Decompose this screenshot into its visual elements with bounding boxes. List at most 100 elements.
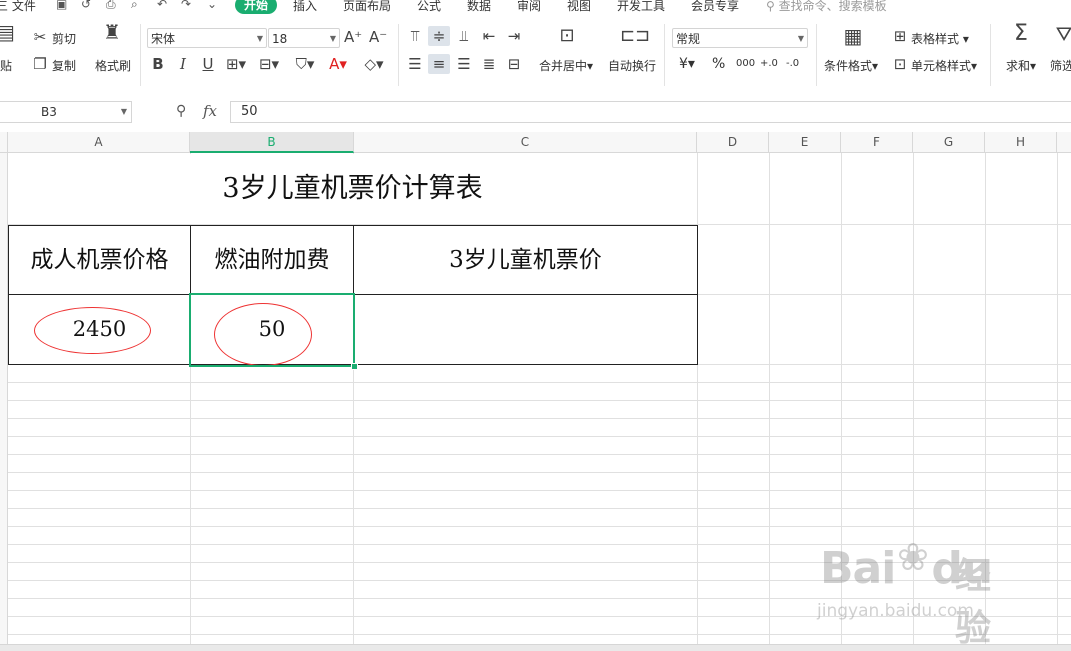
formula-bar: B3 ▼ ⚲ fx 50 (0, 94, 1071, 130)
conditional-format-icon[interactable]: ▦ (841, 26, 865, 46)
file-menu[interactable]: 三 文件 (0, 0, 36, 14)
increase-decimal-button[interactable]: +.0 (760, 58, 778, 69)
tab-review[interactable]: 审阅 (517, 0, 541, 14)
formula-input[interactable]: 50 (230, 101, 1071, 123)
italic-icon[interactable]: I (175, 56, 191, 72)
gridline (8, 418, 1071, 419)
header-cell-child-fare[interactable]: 3岁儿童机票价 (353, 225, 698, 295)
tab-member[interactable]: 会员专享 (691, 0, 739, 14)
align-center-icon[interactable]: ≡ (428, 54, 450, 74)
redo-icon[interactable]: ↷ (181, 0, 191, 11)
align-top-icon[interactable]: ⫪ (406, 28, 424, 44)
align-middle-icon[interactable]: ≑ (428, 26, 450, 46)
tab-data[interactable]: 数据 (467, 0, 491, 14)
fill-handle[interactable] (351, 363, 358, 370)
filter-button[interactable]: 筛选 (1050, 57, 1071, 74)
sum-icon[interactable]: Σ (1009, 23, 1033, 45)
clear-eraser-icon[interactable]: ◇▾ (362, 56, 386, 72)
table-style-button[interactable]: 表格样式 ▾ (911, 30, 969, 47)
justify-icon[interactable]: ≣ (480, 56, 498, 72)
wrap-text-button[interactable]: 自动换行 (608, 57, 656, 74)
print-preview-icon[interactable]: ⌕ (131, 0, 138, 12)
active-cell-selection (189, 293, 355, 367)
tab-view[interactable]: 视图 (567, 0, 591, 14)
gridline (8, 436, 1071, 437)
decrease-font-icon[interactable]: A⁻ (369, 29, 387, 45)
save-icon[interactable]: ▣ (56, 0, 67, 11)
quick-access-dropdown-icon[interactable]: ⌄ (207, 0, 217, 11)
paste-icon[interactable]: ▤ (0, 22, 15, 42)
font-color-icon[interactable]: A▾ (327, 56, 349, 72)
decrease-decimal-button[interactable]: -.0 (786, 58, 799, 69)
distributed-align-icon[interactable]: ⊟ (505, 56, 523, 72)
column-header-e[interactable]: E (769, 132, 841, 153)
chevron-down-icon: ▼ (329, 34, 336, 43)
command-search[interactable]: ⚲ 查找命令、搜索模板 (766, 0, 887, 14)
conditional-format-button[interactable]: 条件格式▾ (824, 57, 878, 74)
column-header-a[interactable]: A (8, 132, 190, 153)
watermark-url: jingyan.baidu.com (817, 601, 974, 621)
percent-format-button[interactable]: % (712, 56, 725, 72)
wrap-text-icon[interactable]: ⊏⊐ (620, 27, 650, 45)
watermark-cn: 经验 (955, 556, 992, 649)
underline-icon[interactable]: U (200, 56, 216, 72)
decrease-indent-icon[interactable]: ⇤ (480, 28, 498, 44)
number-format-select[interactable]: 常规 ▼ (672, 28, 808, 48)
name-box[interactable]: B3 ▼ (0, 101, 132, 123)
tab-home[interactable]: 开始 (235, 0, 277, 14)
sheet-title[interactable]: 3岁儿童机票价计算表 (8, 154, 697, 224)
select-all-corner[interactable] (0, 132, 8, 153)
print-icon[interactable]: ⎙ (106, 0, 116, 12)
format-icon[interactable]: ↺ (81, 0, 91, 11)
font-size-select[interactable]: 18 ▼ (268, 28, 340, 48)
copy-icon[interactable]: ❐ (31, 56, 49, 72)
thousands-separator-button[interactable]: 000 (736, 58, 755, 69)
row-header-strip[interactable] (0, 153, 8, 644)
font-name-select[interactable]: 宋体 ▼ (147, 28, 267, 48)
align-left-icon[interactable]: ☰ (406, 56, 424, 72)
column-header-i[interactable] (1057, 132, 1071, 153)
value-cell-child-fare[interactable] (353, 294, 698, 365)
sum-button[interactable]: 求和▾ (1006, 57, 1036, 74)
currency-format-button[interactable]: ¥▾ (679, 56, 695, 72)
tab-page-layout[interactable]: 页面布局 (343, 0, 391, 14)
column-header-b[interactable]: B (190, 132, 354, 153)
table-style-icon[interactable]: ⊞ (890, 28, 910, 44)
increase-indent-icon[interactable]: ⇥ (505, 28, 523, 44)
increase-font-icon[interactable]: A⁺ (344, 29, 362, 45)
scissors-icon[interactable]: ✂ (31, 29, 49, 45)
column-header-f[interactable]: F (841, 132, 913, 153)
undo-icon[interactable]: ↶ (157, 0, 167, 11)
column-header-h[interactable]: H (985, 132, 1057, 153)
paste-button[interactable]: 贴 (0, 57, 12, 74)
column-header-d[interactable]: D (697, 132, 769, 153)
border-icon[interactable]: ⊞▾ (225, 56, 247, 72)
align-bottom-icon[interactable]: ⫫ (455, 28, 473, 44)
tab-insert[interactable]: 插入 (293, 0, 317, 14)
header-cell-adult-fare[interactable]: 成人机票价格 (8, 225, 191, 295)
merge-center-icon[interactable]: ⊡ (555, 27, 579, 45)
gridline (8, 454, 1071, 455)
copy-button[interactable]: 复制 (52, 57, 76, 74)
paw-icon: ❀ (897, 535, 929, 579)
header-cell-fuel-surcharge[interactable]: 燃油附加费 (190, 225, 354, 295)
zoom-icon[interactable]: ⚲ (176, 103, 186, 119)
tab-formulas[interactable]: 公式 (417, 0, 441, 14)
fx-icon[interactable]: fx (203, 102, 217, 120)
column-header-c[interactable]: C (354, 132, 697, 153)
format-painter-icon[interactable]: ♜ (102, 22, 122, 42)
cell-style-icon[interactable]: ⊡ (890, 56, 910, 72)
column-header-g[interactable]: G (913, 132, 985, 153)
bold-icon[interactable]: B (150, 56, 166, 72)
merge-center-button[interactable]: 合并居中▾ (539, 57, 593, 74)
cut-button[interactable]: 剪切 (52, 30, 76, 47)
sum-label: 求和 (1006, 59, 1031, 73)
filter-icon[interactable]: ⛛ (1052, 24, 1071, 44)
align-right-icon[interactable]: ☰ (455, 56, 473, 72)
cell-style-button[interactable]: 单元格样式▾ (911, 57, 977, 74)
tab-developer[interactable]: 开发工具 (617, 0, 665, 14)
fill-color-icon[interactable]: ⛉▾ (294, 56, 316, 72)
font-name-value: 宋体 (151, 32, 176, 46)
cell-fill-pattern-icon[interactable]: ⊟▾ (258, 56, 280, 72)
format-painter-button[interactable]: 格式刷 (95, 57, 131, 74)
